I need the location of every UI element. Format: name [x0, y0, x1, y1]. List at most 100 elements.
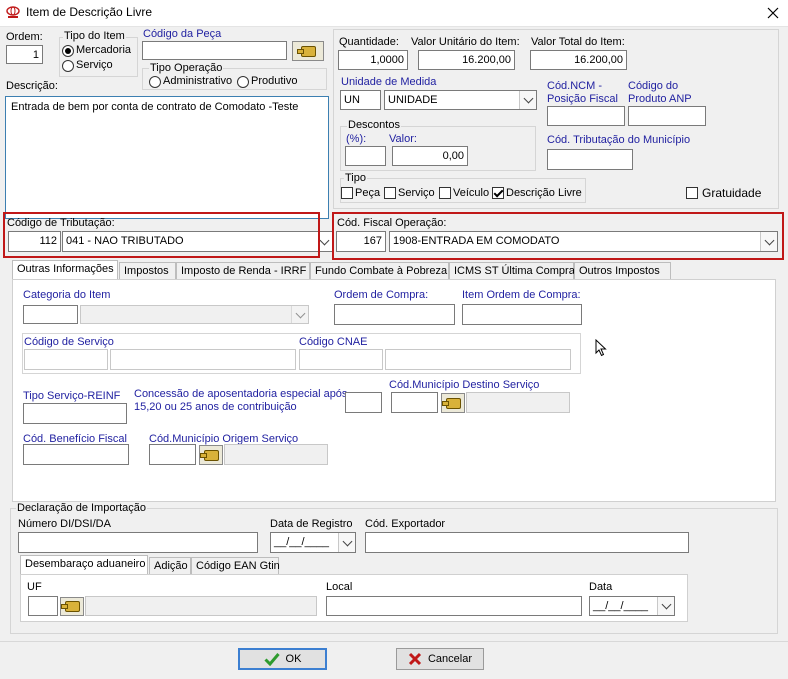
peca-checkbox[interactable]: [341, 187, 353, 199]
data-picker[interactable]: __/__/____: [589, 596, 675, 616]
codigo-cnae-desc-input[interactable]: [385, 349, 571, 370]
mun-origem-input[interactable]: [149, 444, 196, 465]
data-registro-picker[interactable]: __/__/____: [270, 532, 356, 553]
mun-origem-lookup-button[interactable]: [199, 445, 223, 465]
produtivo-radio[interactable]: [237, 76, 249, 88]
close-icon[interactable]: [766, 6, 780, 20]
valor-total-label: Valor Total do Item:: [531, 36, 625, 48]
data-label: Data: [589, 581, 613, 593]
ok-button-label: OK: [285, 653, 302, 665]
descricao-livre-checkbox[interactable]: [492, 187, 504, 199]
concessao-label-2: 15,20 ou 25 anos de contribuição: [134, 401, 297, 413]
pointing-hand-icon: [60, 601, 80, 612]
servico-label: Serviço: [76, 59, 113, 71]
quantidade-label: Quantidade:: [339, 36, 399, 48]
quantidade-input[interactable]: 1,0000: [338, 50, 408, 70]
beneficio-fiscal-input[interactable]: [23, 444, 129, 465]
descontos-pct-label: (%):: [346, 133, 367, 145]
concessao-input[interactable]: [345, 392, 382, 413]
valor-total-input[interactable]: 16.200,00: [530, 50, 627, 70]
cod-ncm-input[interactable]: [547, 106, 625, 126]
valor-unitario-label: Valor Unitário do Item:: [411, 36, 520, 48]
chevron-down-icon[interactable]: [291, 306, 308, 323]
descricao-textarea[interactable]: Entrada de bem por conta de contrato de …: [5, 96, 329, 219]
ordem-input[interactable]: 1: [6, 45, 43, 64]
mun-destino-lookup-button[interactable]: [441, 393, 465, 413]
chevron-down-icon[interactable]: [519, 91, 536, 109]
codigo-peca-label: Código da Peça: [143, 28, 222, 40]
descontos-label: Descontos: [347, 119, 401, 131]
tipo-servico-reinf-input[interactable]: [23, 403, 127, 424]
servico-checkbox[interactable]: [384, 187, 396, 199]
tab-fundo-combate[interactable]: Fundo Combate à Pobreza: [310, 262, 449, 279]
cod-exportador-input[interactable]: [365, 532, 689, 553]
categoria-select[interactable]: [80, 305, 309, 324]
numero-di-label: Número DI/DSI/DA: [18, 518, 111, 530]
unidade-code-input[interactable]: UN: [340, 90, 381, 110]
x-icon: [408, 652, 422, 666]
data-registro-label: Data de Registro: [270, 518, 353, 530]
subtab-desembaraco[interactable]: Desembaraço aduaneiro: [20, 555, 148, 574]
ordem-compra-input[interactable]: [334, 304, 455, 325]
codigo-peca-input[interactable]: [142, 41, 287, 60]
pointing-hand-icon: [199, 449, 219, 461]
numero-di-input[interactable]: [18, 532, 258, 553]
descricao-label: Descrição:: [6, 80, 58, 92]
tab-outros-impostos[interactable]: Outros Impostos: [574, 262, 671, 279]
codigo-servico-label: Código de Serviço: [24, 336, 114, 348]
subtab-ean-gtin[interactable]: Código EAN Gtin: [191, 557, 280, 574]
codigo-servico-desc-input[interactable]: [110, 349, 296, 370]
cod-trib-municipio-input[interactable]: [547, 149, 633, 170]
produtivo-label: Produtivo: [251, 75, 298, 87]
item-ordem-input[interactable]: [462, 304, 582, 325]
button-separator: [0, 641, 788, 642]
chevron-down-icon[interactable]: [657, 597, 674, 615]
tab-impostos[interactable]: Impostos: [119, 262, 176, 279]
servico-radio[interactable]: [62, 60, 74, 72]
mun-destino-label: Cód.Município Destino Serviço: [389, 379, 540, 391]
servico-checkbox-label: Serviço: [398, 187, 435, 199]
concessao-label-1: Concessão de aposentadoria especial após: [134, 388, 348, 400]
tab-outras-informacoes[interactable]: Outras Informações: [12, 260, 118, 279]
cod-anp-label-1: Código do: [628, 80, 679, 92]
window-title: Item de Descrição Livre: [26, 5, 153, 19]
cod-ncm-label-2: Posição Fiscal: [547, 93, 618, 105]
valor-unitario-input[interactable]: 16.200,00: [418, 50, 515, 70]
cancel-button[interactable]: Cancelar: [396, 648, 484, 670]
chevron-down-icon[interactable]: [338, 533, 355, 552]
unidade-select-value: UNIDADE: [388, 94, 438, 106]
categoria-code-input[interactable]: [23, 305, 78, 324]
mouse-cursor-icon: [595, 338, 607, 357]
unidade-select[interactable]: UNIDADE: [384, 90, 537, 110]
local-input[interactable]: [326, 596, 582, 616]
tab-icms-st[interactable]: ICMS ST Última Compra: [449, 262, 575, 279]
descontos-pct-input[interactable]: [345, 146, 386, 166]
mun-destino-input[interactable]: [391, 392, 438, 413]
pointing-hand-icon: [441, 397, 461, 409]
codigo-cnae-code-input[interactable]: [299, 349, 383, 370]
uf-input[interactable]: [28, 596, 58, 616]
codigo-peca-lookup-button[interactable]: [292, 41, 324, 61]
gratuidade-checkbox[interactable]: [686, 187, 698, 199]
mun-destino-desc-input: [466, 392, 570, 413]
mercadoria-label: Mercadoria: [76, 44, 132, 56]
codigo-servico-code-input[interactable]: [24, 349, 108, 370]
importacao-label: Declaração de Importação: [16, 502, 148, 514]
descontos-valor-input[interactable]: 0,00: [392, 146, 468, 166]
codigo-tributacao-highlight: [3, 212, 320, 258]
veiculo-checkbox[interactable]: [439, 187, 451, 199]
cod-fiscal-highlight: [332, 212, 784, 260]
ok-button[interactable]: OK: [238, 648, 327, 670]
mercadoria-radio[interactable]: [62, 45, 74, 57]
subtab-adicao[interactable]: Adição: [149, 557, 191, 574]
cod-anp-input[interactable]: [628, 106, 706, 126]
tab-imposto-renda[interactable]: Imposto de Renda - IRRF: [176, 262, 310, 279]
unidade-label: Unidade de Medida: [341, 76, 437, 88]
tipo-label: Tipo: [344, 172, 367, 184]
descricao-livre-label: Descrição Livre: [506, 187, 582, 199]
data-value: __/__/____: [593, 600, 649, 612]
uf-lookup-button[interactable]: [60, 597, 84, 616]
uf-label: UF: [27, 581, 42, 593]
cod-trib-municipio-label: Cód. Tributação do Município: [547, 134, 691, 146]
administrativo-radio[interactable]: [149, 76, 161, 88]
